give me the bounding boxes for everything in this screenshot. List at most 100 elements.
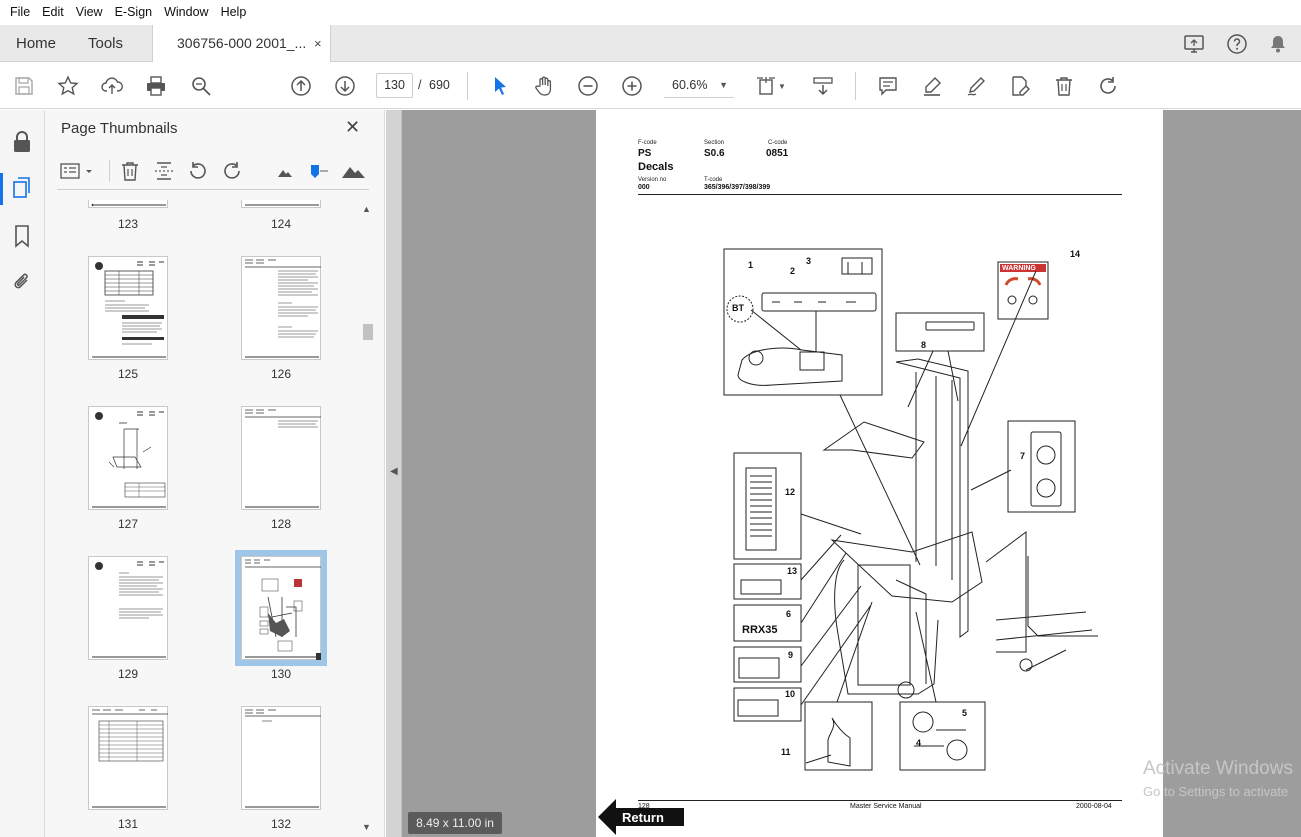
callout-14: 14 xyxy=(1070,249,1081,259)
callout-13: 13 xyxy=(787,566,798,576)
zoom-search-icon[interactable] xyxy=(189,74,213,98)
menu-esign[interactable]: E-Sign xyxy=(109,0,159,25)
page-thumbnail-127[interactable] xyxy=(88,406,168,510)
thumbnail-label: 132 xyxy=(270,817,292,831)
delete-trash-icon[interactable] xyxy=(1052,74,1076,98)
scrollbar-thumb[interactable] xyxy=(363,324,373,340)
hand-tool-icon[interactable] xyxy=(532,74,556,98)
comment-icon[interactable] xyxy=(876,74,900,98)
page-thumbnail-132[interactable] xyxy=(241,706,321,810)
thumbnail-label: 127 xyxy=(117,517,139,531)
footer-rule xyxy=(638,800,1122,801)
edit-pdf-icon[interactable] xyxy=(1008,74,1032,98)
notification-bell-icon[interactable] xyxy=(1267,33,1289,55)
sign-pen-icon[interactable] xyxy=(964,74,988,98)
thumbnail-size-large-icon[interactable] xyxy=(341,160,367,182)
callout-4: 4 xyxy=(916,738,922,748)
thumbnail-scrollbar[interactable]: ▲ ▼ xyxy=(361,200,373,837)
tab-document-title: 306756-000 2001_... xyxy=(177,35,307,51)
menu-window[interactable]: Window xyxy=(158,0,214,25)
delete-page-icon[interactable] xyxy=(119,160,143,182)
fit-page-icon[interactable] xyxy=(754,74,778,98)
save-icon[interactable] xyxy=(12,74,36,98)
scroll-down-icon[interactable]: ▼ xyxy=(362,822,371,832)
previous-page-icon[interactable] xyxy=(289,74,313,98)
chevron-down-icon: ▼ xyxy=(719,80,728,90)
document-viewport[interactable]: ◀ F-code PS Section S0.6 C-code 0851 Dec… xyxy=(386,110,1301,837)
rotate-right-icon[interactable] xyxy=(221,160,245,182)
page-thumbnail-124[interactable] xyxy=(241,200,321,208)
toolbar-divider xyxy=(855,72,856,100)
tab-bar: Home Tools 306756-000 2001_... × xyxy=(0,25,1301,63)
bookmarks-icon[interactable] xyxy=(11,224,33,248)
rotate-left-icon[interactable] xyxy=(187,160,211,182)
callout-11: 11 xyxy=(781,747,791,757)
thumbnail-label: 131 xyxy=(117,817,139,831)
attachments-icon[interactable] xyxy=(11,270,33,294)
decal-bt-logo-text: BT xyxy=(732,303,744,313)
page-thumbnail-126[interactable] xyxy=(241,256,321,360)
menu-view[interactable]: View xyxy=(70,0,109,25)
scroll-mode-icon[interactable] xyxy=(811,74,835,98)
zoom-level-value: 60.6% xyxy=(672,78,708,92)
lock-icon[interactable] xyxy=(11,130,33,154)
share-screen-icon[interactable] xyxy=(1183,33,1205,55)
main-toolbar: 130 / 690 60.6% ▼ ▼ xyxy=(0,62,1301,109)
page-thumbnail-129[interactable] xyxy=(88,556,168,660)
windows-activation-watermark-subtext: Go to Settings to activate xyxy=(1143,784,1289,799)
callout-3: 3 xyxy=(806,256,812,266)
thumbnail-size-small-icon[interactable] xyxy=(274,160,298,182)
thumbnail-list: 123 124 125 126 127 128 129 130 131 132 xyxy=(45,200,370,837)
fit-page-chevron-icon[interactable]: ▼ xyxy=(776,74,788,98)
print-icon[interactable] xyxy=(144,74,168,98)
callout-12: 12 xyxy=(785,487,796,497)
scroll-up-icon[interactable]: ▲ xyxy=(362,204,371,214)
tab-close-icon[interactable]: × xyxy=(314,25,322,62)
callout-7: 7 xyxy=(1020,451,1026,461)
panel-title: Page Thumbnails xyxy=(61,120,178,137)
menu-bar: File Edit View E-Sign Window Help xyxy=(0,0,1301,25)
return-button[interactable]: Return xyxy=(598,798,688,836)
thumbnail-size-slider[interactable] xyxy=(307,160,331,182)
zoom-out-icon[interactable] xyxy=(576,74,600,98)
panel-toolbar xyxy=(57,154,369,190)
redo-rotate-icon[interactable] xyxy=(1096,74,1120,98)
page-thumbnail-125[interactable] xyxy=(88,256,168,360)
page-thumbnail-128[interactable] xyxy=(241,406,321,510)
next-page-icon[interactable] xyxy=(333,74,357,98)
page-number-input[interactable]: 130 xyxy=(376,73,413,98)
tab-home[interactable]: Home xyxy=(16,25,56,62)
decal-model-text: RRX35 xyxy=(742,624,778,636)
close-panel-icon[interactable]: ✕ xyxy=(345,117,360,138)
menu-edit[interactable]: Edit xyxy=(36,0,70,25)
tab-tools[interactable]: Tools xyxy=(88,25,123,62)
bookmark-star-icon[interactable] xyxy=(56,74,80,98)
thumbnail-label: 123 xyxy=(117,217,139,231)
thumbnail-label: 125 xyxy=(117,367,139,381)
page-thumbnail-123[interactable] xyxy=(88,200,168,208)
thumbnail-label: 128 xyxy=(270,517,292,531)
zoom-level-select[interactable]: 60.6% ▼ xyxy=(664,73,734,98)
thumbnail-options-icon[interactable] xyxy=(59,160,95,182)
page-thumbnail-130[interactable] xyxy=(235,550,327,666)
menu-file[interactable]: File xyxy=(4,0,36,25)
page-total: 690 xyxy=(429,78,450,92)
tab-document[interactable]: 306756-000 2001_... × xyxy=(152,25,331,63)
collapse-panel-handle[interactable]: ◀ xyxy=(386,110,402,837)
select-cursor-icon[interactable] xyxy=(488,74,512,98)
page-thumbnails-icon[interactable] xyxy=(11,176,33,200)
toolbar-divider xyxy=(467,72,468,100)
page-thumbnail-131[interactable] xyxy=(88,706,168,810)
highlighter-icon[interactable] xyxy=(920,74,944,98)
pdf-page: F-code PS Section S0.6 C-code 0851 Decal… xyxy=(596,110,1163,837)
decal-warning-text: WARNING xyxy=(1002,265,1036,272)
menu-help[interactable]: Help xyxy=(215,0,253,25)
callout-8: 8 xyxy=(921,340,927,350)
extract-page-icon[interactable] xyxy=(153,160,177,182)
panel-toolbar-divider xyxy=(109,160,110,182)
callout-5: 5 xyxy=(962,708,968,718)
page-size-badge: 8.49 x 11.00 in xyxy=(408,812,502,834)
help-icon[interactable] xyxy=(1226,33,1248,55)
upload-cloud-icon[interactable] xyxy=(100,74,124,98)
zoom-in-icon[interactable] xyxy=(620,74,644,98)
